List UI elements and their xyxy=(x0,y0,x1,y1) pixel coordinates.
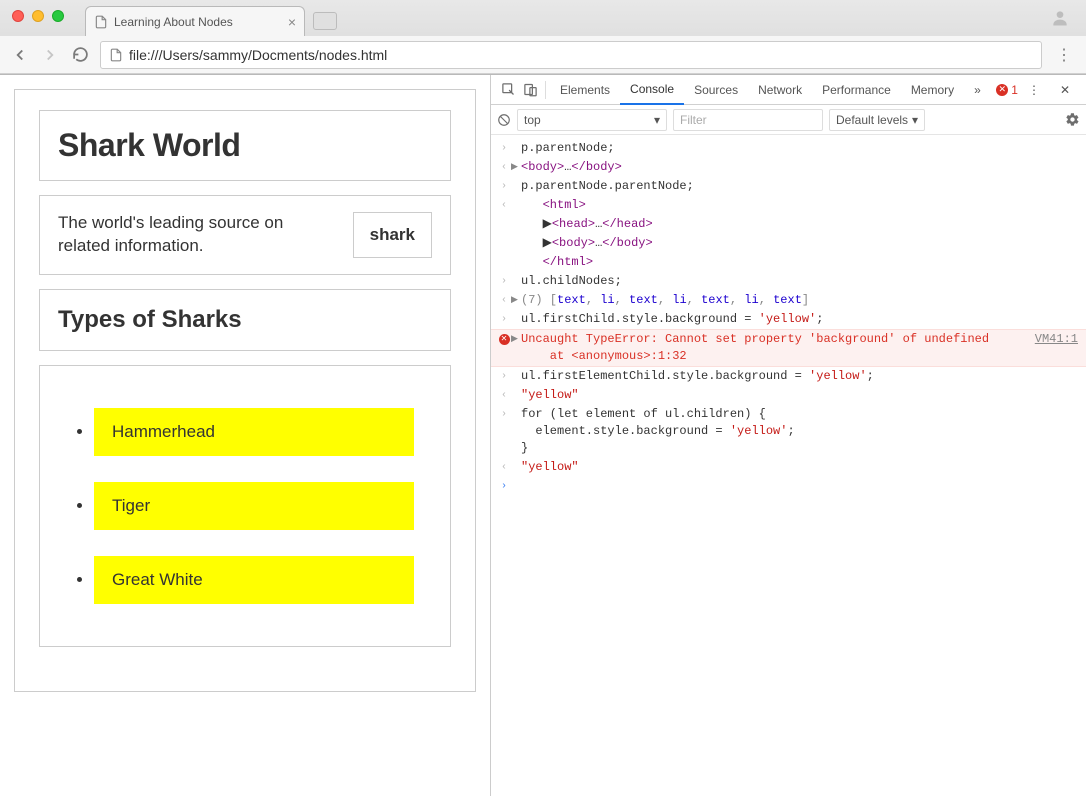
url-text: file:///Users/sammy/Docments/nodes.html xyxy=(129,47,387,63)
close-window-button[interactable] xyxy=(12,10,24,22)
filter-input[interactable]: Filter xyxy=(673,109,823,131)
new-tab-button[interactable] xyxy=(313,12,337,30)
console-prompt[interactable] xyxy=(521,478,1078,495)
error-counter[interactable]: ✕1 xyxy=(996,83,1018,97)
browser-menu-icon[interactable]: ⋮ xyxy=(1052,45,1076,65)
console-output-line: "yellow" xyxy=(521,387,1078,404)
device-toggle-icon[interactable] xyxy=(519,82,541,97)
console-output[interactable]: ›p.parentNode; ‹▶<body>…</body> ›p.paren… xyxy=(491,135,1086,796)
devtools-menu-icon[interactable]: ⋮ xyxy=(1018,75,1050,105)
tab-overflow-icon[interactable]: » xyxy=(964,75,991,105)
console-output-line: <body>…</body> xyxy=(521,159,1078,176)
list-item-label: Great White xyxy=(94,556,414,604)
tab-sources[interactable]: Sources xyxy=(684,75,748,105)
address-bar[interactable]: file:///Users/sammy/Docments/nodes.html xyxy=(100,41,1042,69)
page-subtitle: The world's leading source on related in… xyxy=(58,212,335,258)
console-input-line: for (let element of ul.children) { eleme… xyxy=(521,406,1078,457)
console-toolbar: top▾ Filter Default levels ▾ xyxy=(491,105,1086,135)
back-button[interactable] xyxy=(10,46,30,64)
reload-button[interactable] xyxy=(70,46,90,63)
console-input-line: p.parentNode.parentNode; xyxy=(521,178,1078,195)
console-output-line: <html> xyxy=(521,197,1078,214)
tab-strip: Learning About Nodes × xyxy=(0,0,1086,36)
error-source-link[interactable]: VM41:1 xyxy=(1035,331,1078,365)
console-settings-icon[interactable] xyxy=(1065,112,1080,127)
browser-toolbar: file:///Users/sammy/Docments/nodes.html … xyxy=(0,36,1086,74)
tab-performance[interactable]: Performance xyxy=(812,75,901,105)
console-input-line: ul.firstElementChild.style.background = … xyxy=(521,368,1078,385)
console-output-line: (7) [text, li, text, li, text, li, text] xyxy=(521,292,1078,309)
console-output-line: "yellow" xyxy=(521,459,1078,476)
section-heading: Types of Sharks xyxy=(58,306,432,334)
console-input-line: ul.firstChild.style.background = 'yellow… xyxy=(521,311,1078,328)
list-item: Great White xyxy=(94,556,432,604)
devtools-close-icon[interactable]: ✕ xyxy=(1050,75,1080,105)
strong-box: shark xyxy=(353,212,432,258)
profile-icon[interactable] xyxy=(1050,8,1070,28)
tab-network[interactable]: Network xyxy=(748,75,812,105)
page-title: Shark World xyxy=(58,127,432,164)
page-content: Shark World The world's leading source o… xyxy=(0,75,490,796)
list-item-label: Hammerhead xyxy=(94,408,414,456)
inspect-icon[interactable] xyxy=(497,82,519,97)
list-item: Hammerhead xyxy=(94,408,432,456)
clear-console-icon[interactable] xyxy=(497,113,511,127)
browser-chrome: Learning About Nodes × file:///Users/sam… xyxy=(0,0,1086,75)
devtools-tab-bar: Elements Console Sources Network Perform… xyxy=(491,75,1086,105)
console-input-line: p.parentNode; xyxy=(521,140,1078,157)
minimize-window-button[interactable] xyxy=(32,10,44,22)
browser-tab[interactable]: Learning About Nodes × xyxy=(85,6,305,36)
tab-console[interactable]: Console xyxy=(620,75,684,105)
tab-title: Learning About Nodes xyxy=(114,15,233,29)
console-error-line: Uncaught TypeError: Cannot set property … xyxy=(521,331,1035,365)
log-levels-selector[interactable]: Default levels ▾ xyxy=(829,109,925,131)
console-input-line: ul.childNodes; xyxy=(521,273,1078,290)
close-tab-icon[interactable]: × xyxy=(288,14,296,30)
window-controls xyxy=(12,10,64,22)
page-icon xyxy=(94,15,108,29)
tab-elements[interactable]: Elements xyxy=(550,75,620,105)
maximize-window-button[interactable] xyxy=(52,10,64,22)
tab-memory[interactable]: Memory xyxy=(901,75,964,105)
shark-list: Hammerhead Tiger Great White xyxy=(58,408,432,604)
devtools-panel: Elements Console Sources Network Perform… xyxy=(490,75,1086,796)
list-item: Tiger xyxy=(94,482,432,530)
list-item-label: Tiger xyxy=(94,482,414,530)
forward-button[interactable] xyxy=(40,46,60,64)
context-selector[interactable]: top▾ xyxy=(517,109,667,131)
